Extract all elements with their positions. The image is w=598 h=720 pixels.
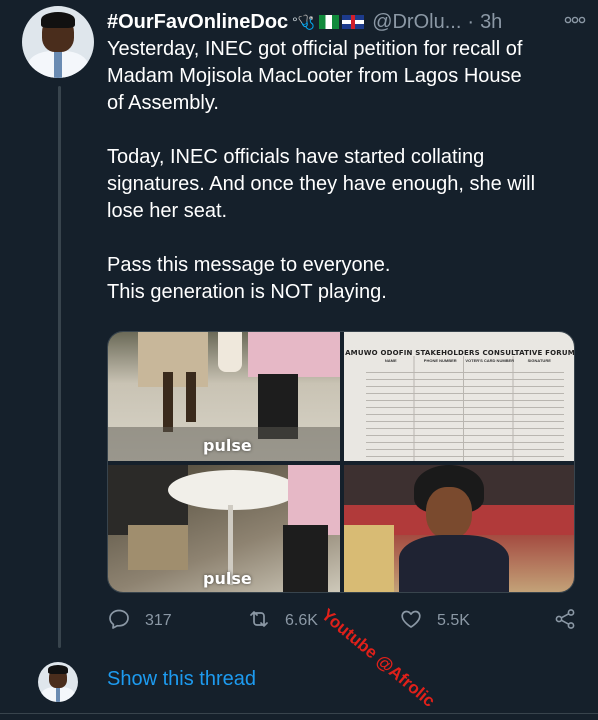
share-button[interactable] [553,606,577,636]
retweet-count: 6.6K [285,612,318,629]
reply-count: 317 [145,612,172,629]
reply-button[interactable]: 317 [107,606,172,636]
like-count: 5.5K [437,612,470,629]
reply-icon [107,607,131,636]
photo-people-at-table[interactable]: pulse [108,332,340,461]
share-icon [553,607,577,636]
form-column-label: SIGNATURE [527,358,551,363]
pulse-watermark: pulse [203,569,252,588]
photo-signature-form[interactable]: AMUWO ODOFIN STAKEHOLDERS CONSULTATIVE F… [344,332,574,461]
tweet-line: lose her seat. [107,200,228,222]
thread-avatar[interactable] [38,662,78,702]
form-column-label: PHONE NUMBER [423,358,457,363]
photo-lawmaker-portrait[interactable] [344,465,574,592]
thread-connector-line [58,86,61,648]
display-name[interactable]: #OurFavOnlineDoc [107,11,288,34]
tweet-line: This generation is NOT playing. [107,281,387,303]
stethoscope-emoji: °🩺 [292,13,316,30]
tweet-line: Madam Mojisola MacLooter from Lagos Hous… [107,65,522,87]
more-options-icon[interactable] [564,12,586,28]
photo-signing-at-table[interactable]: pulse [108,465,340,592]
form-header-row: NAME PHONE NUMBER VOTER'S CARD NUMBER SI… [366,358,564,366]
tweet-body: Yesterday, INEC got official petition fo… [107,36,577,306]
tweet-timestamp[interactable]: 3h [480,11,502,34]
form-column-label: VOTER'S CARD NUMBER [465,358,515,363]
like-button[interactable]: 5.5K [399,606,470,636]
show-thread-link[interactable]: Show this thread [107,668,256,691]
tweet-line: signatures. And once they have enough, s… [107,173,536,195]
form-column-label: NAME [384,358,397,363]
tweet-line: Pass this message to everyone. [107,254,391,276]
tweet-line: of Assembly. [107,92,219,114]
tweet-line: Today, INEC officials have started colla… [107,146,485,168]
tweet-header: #OurFavOnlineDoc °🩺 @DrOlu... · 3h [107,8,586,36]
author-avatar[interactable] [22,6,94,78]
tweet-line: Yesterday, INEC got official petition fo… [107,38,523,60]
user-handle[interactable]: @DrOlu... [372,11,461,34]
uk-flag-icon [342,15,365,29]
pulse-watermark: pulse [203,436,252,455]
media-grid[interactable]: pulse AMUWO ODOFIN STAKEHOLDERS CONSULTA… [107,331,575,593]
retweet-icon [247,607,271,636]
retweet-button[interactable]: 6.6K [247,606,318,636]
separator-dot: · [467,10,475,33]
divider [0,713,598,714]
heart-icon [399,607,423,636]
nigeria-flag-icon [319,15,340,29]
